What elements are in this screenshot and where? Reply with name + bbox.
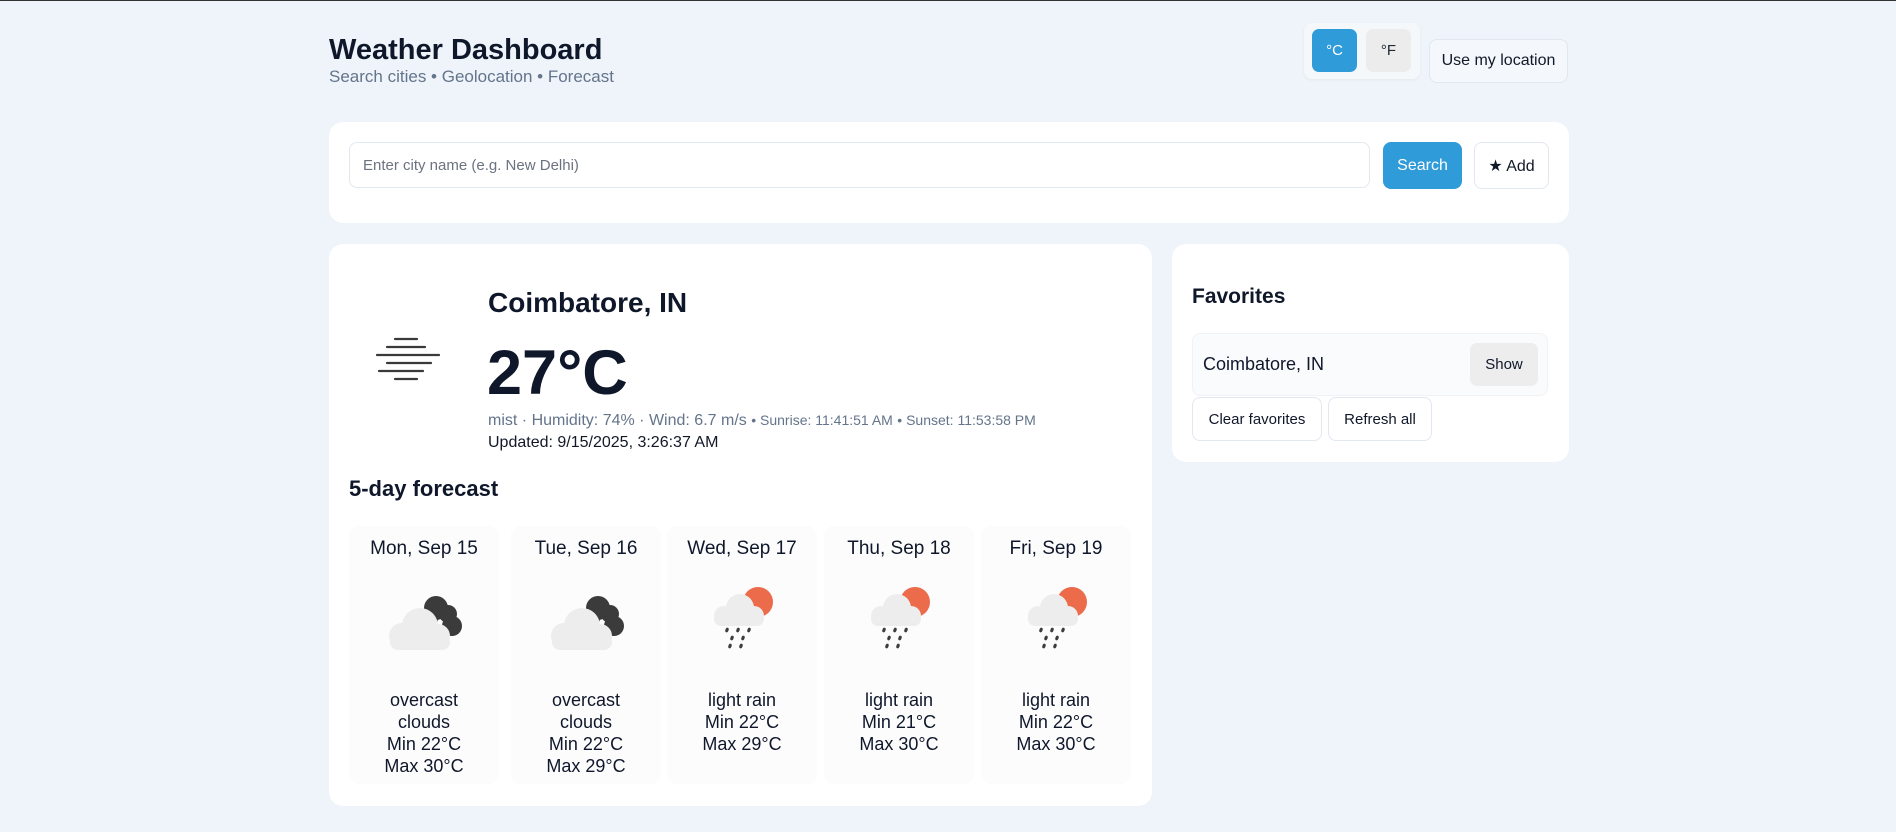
wind-text: Wind: 6.7 m/s — [648, 412, 747, 429]
city-name: Coimbatore, IN — [488, 287, 688, 318]
forecast-title: 5-day forecast — [349, 476, 499, 501]
forecast-details: overcast clouds Min 22°C Max 29°C — [511, 689, 661, 777]
favorite-city-name: Coimbatore, IN — [1203, 354, 1325, 374]
forecast-max: Max 29°C — [546, 756, 626, 776]
mist-icon — [375, 337, 441, 381]
clear-favorites-button[interactable]: Clear favorites — [1192, 397, 1322, 441]
weather-details: mist · Humidity: 74% · Wind: 6.7 m/s • S… — [488, 412, 1036, 430]
light-rain-icon — [871, 587, 930, 649]
forecast-details: light rain Min 22°C Max 30°C — [981, 689, 1131, 755]
forecast-max: Max 30°C — [384, 756, 464, 776]
forecast-min: Min 22°C — [1018, 712, 1094, 732]
forecast-date: Tue, Sep 16 — [534, 538, 638, 559]
sunset-text: Sunset: 11:53:58 PM — [906, 412, 1036, 428]
updated-timestamp: Updated: 9/15/2025, 3:26:37 AM — [488, 434, 719, 451]
forecast-day-card: Thu, Sep 18 light rain Min 21°C Max 30°C — [824, 526, 974, 784]
current-weather-card: Coimbatore, IN 27°C mist · Humidity: 74%… — [329, 244, 1152, 806]
forecast-details: light rain Min 22°C Max 29°C — [667, 689, 817, 755]
separator: · — [521, 412, 532, 429]
forecast-details: overcast clouds Min 22°C Max 30°C — [349, 689, 499, 777]
unit-toggle: °C °F — [1304, 23, 1420, 79]
use-my-location-button[interactable]: Use my location — [1429, 39, 1568, 83]
favorites-card: Favorites Coimbatore, IN Show Clear favo… — [1172, 244, 1569, 462]
forecast-desc-line: overcast — [389, 690, 459, 710]
forecast-day-card: Tue, Sep 16 overcast clouds Min 22°C Max… — [511, 526, 661, 784]
forecast-min: Min 21°C — [861, 712, 937, 732]
forecast-desc-line: light rain — [1021, 690, 1091, 710]
humidity-text: Humidity: 74% — [531, 412, 635, 429]
forecast-details: light rain Min 21°C Max 30°C — [824, 689, 974, 755]
favorite-item: Coimbatore, IN Show — [1192, 333, 1548, 396]
show-favorite-button[interactable]: Show — [1470, 343, 1538, 386]
separator: • — [751, 412, 761, 428]
city-search-input[interactable] — [349, 142, 1370, 188]
fahrenheit-button[interactable]: °F — [1366, 29, 1411, 72]
current-temperature: 27°C — [487, 338, 628, 408]
forecast-day-card: Fri, Sep 19 light rain Min 22°C Max 30°C — [981, 526, 1131, 784]
forecast-day-card: Mon, Sep 15 overcast clouds Min 22°C Max… — [349, 526, 499, 784]
forecast-desc-line: light rain — [864, 690, 934, 710]
forecast-max: Max 30°C — [1016, 734, 1096, 754]
forecast-desc-line: light rain — [707, 690, 777, 710]
separator: • — [897, 412, 907, 428]
weather-dashboard: Weather Dashboard Search cities • Geoloc… — [0, 1, 1896, 832]
search-card: Search ★ Add — [329, 122, 1569, 223]
forecast-date: Thu, Sep 18 — [847, 538, 951, 559]
forecast-min: Min 22°C — [548, 734, 624, 754]
light-rain-icon — [714, 587, 773, 649]
search-button[interactable]: Search — [1383, 142, 1462, 189]
forecast-desc-line: overcast — [551, 690, 621, 710]
forecast-day-card: Wed, Sep 17 light rain Min 22°C Max 29°C — [667, 526, 817, 784]
celsius-button[interactable]: °C — [1312, 29, 1357, 72]
forecast-desc-line: clouds — [559, 712, 613, 732]
sunrise-text: Sunrise: 11:41:51 AM — [760, 412, 893, 428]
page-subtitle: Search cities • Geolocation • Forecast — [329, 67, 614, 86]
overcast-clouds-icon — [389, 596, 462, 650]
condition-text: mist — [488, 412, 518, 429]
add-favorite-button[interactable]: ★ Add — [1474, 142, 1549, 189]
forecast-min: Min 22°C — [704, 712, 780, 732]
forecast-min: Min 22°C — [386, 734, 462, 754]
refresh-all-button[interactable]: Refresh all — [1328, 397, 1432, 441]
forecast-desc-line: clouds — [397, 712, 451, 732]
forecast-date: Fri, Sep 19 — [1009, 538, 1103, 559]
favorites-title: Favorites — [1192, 285, 1286, 308]
page-title: Weather Dashboard — [329, 34, 603, 66]
forecast-max: Max 30°C — [859, 734, 939, 754]
forecast-date: Mon, Sep 15 — [370, 538, 478, 559]
forecast-max: Max 29°C — [702, 734, 782, 754]
forecast-date: Wed, Sep 17 — [687, 538, 797, 559]
separator: · — [639, 412, 649, 429]
light-rain-icon — [1028, 587, 1087, 649]
overcast-clouds-icon — [551, 596, 624, 650]
